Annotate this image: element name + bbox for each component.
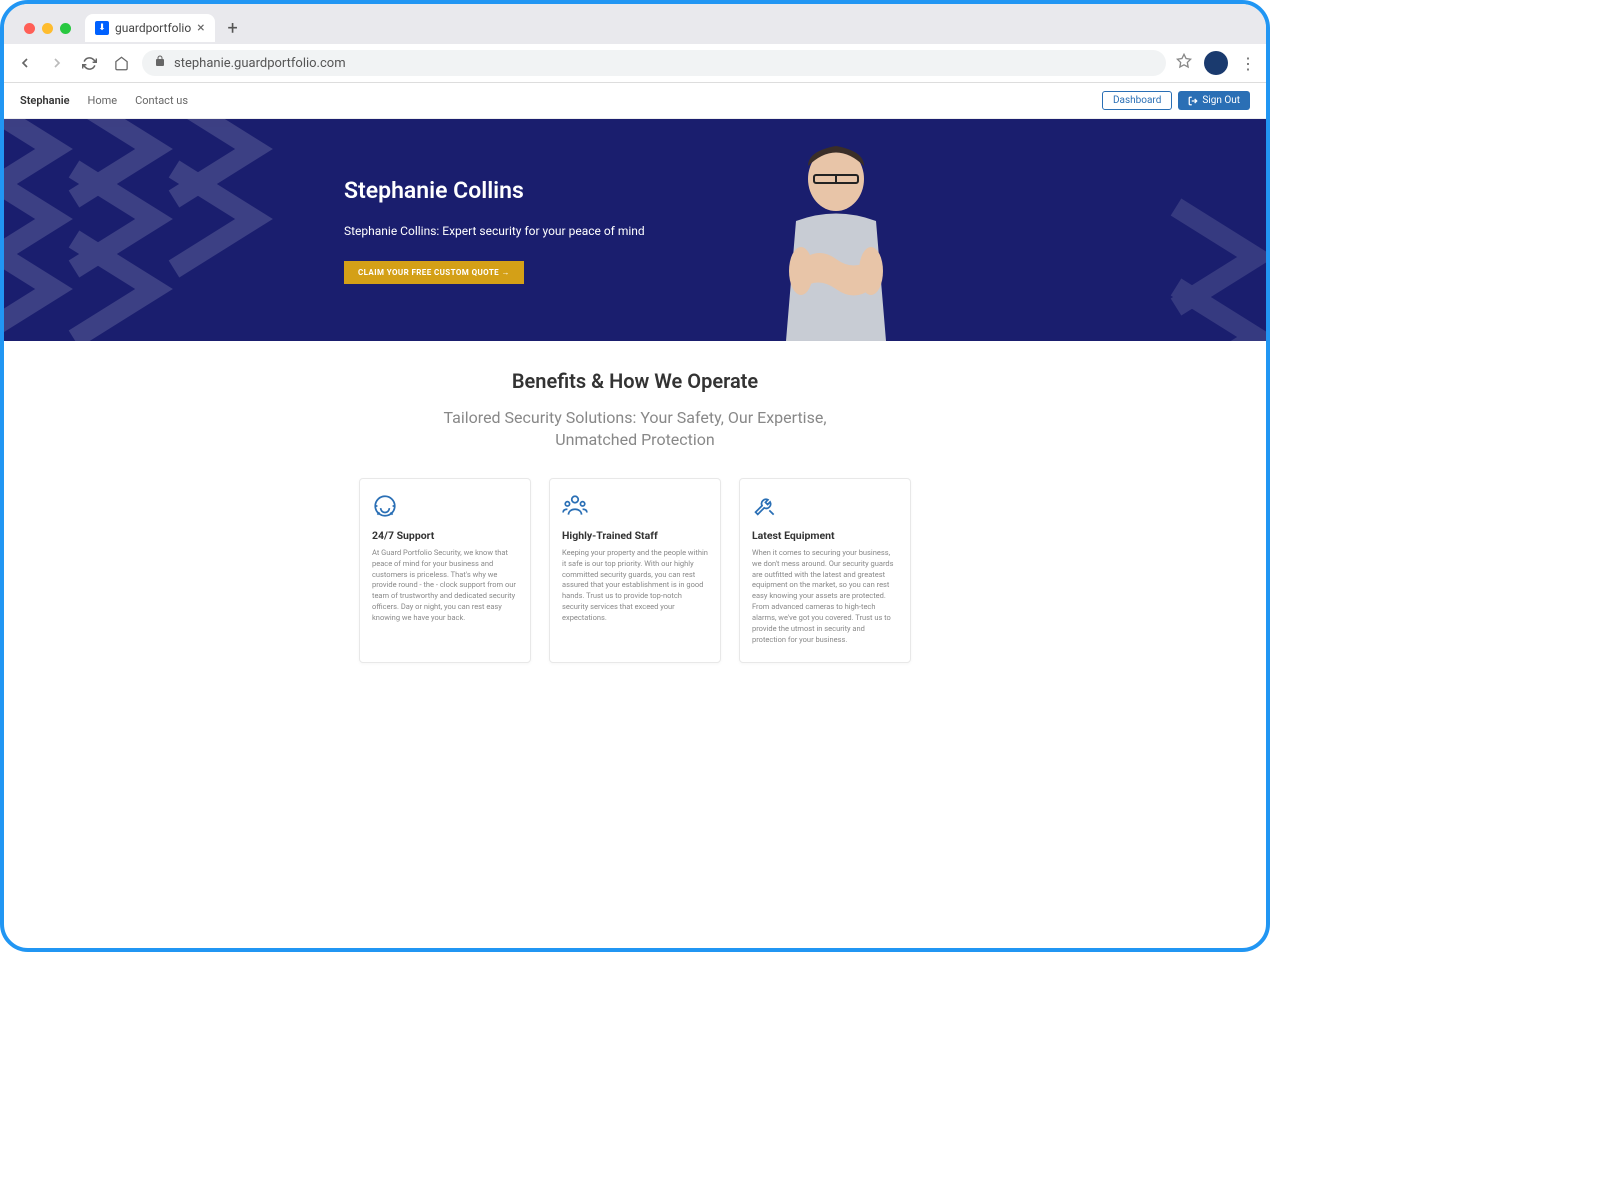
- hero-title: Stephanie Collins: [344, 177, 645, 204]
- card-title: Latest Equipment: [752, 529, 898, 542]
- profile-avatar[interactable]: [1204, 51, 1228, 75]
- forward-button[interactable]: [46, 52, 68, 74]
- lock-icon: [154, 55, 166, 71]
- card-body: At Guard Portfolio Security, we know tha…: [372, 548, 518, 624]
- benefit-card: Highly-Trained Staff Keeping your proper…: [549, 478, 721, 663]
- url-text: stephanie.guardportfolio.com: [174, 56, 346, 71]
- new-tab-button[interactable]: +: [221, 16, 245, 40]
- nav-link-home[interactable]: Home: [87, 94, 117, 107]
- benefit-card: Latest Equipment When it comes to securi…: [739, 478, 911, 663]
- card-body: When it comes to securing your business,…: [752, 548, 898, 646]
- maximize-window-icon[interactable]: [60, 23, 71, 34]
- benefits-heading: Benefits & How We Operate: [4, 369, 1266, 393]
- window-controls: [12, 23, 79, 34]
- support-icon: [372, 493, 398, 519]
- minimize-window-icon[interactable]: [42, 23, 53, 34]
- chevron-bg-right-icon: [1166, 197, 1266, 341]
- card-title: 24/7 Support: [372, 529, 518, 542]
- benefit-cards: 24/7 Support At Guard Portfolio Security…: [4, 478, 1266, 663]
- benefits-section: Benefits & How We Operate Tailored Secur…: [4, 341, 1266, 703]
- url-input[interactable]: stephanie.guardportfolio.com: [142, 50, 1166, 76]
- card-title: Highly-Trained Staff: [562, 529, 708, 542]
- close-tab-icon[interactable]: ×: [197, 20, 204, 36]
- signout-icon: [1188, 96, 1198, 106]
- browser-chrome: ⬇ guardportfolio × + ste: [4, 4, 1266, 83]
- site-nav: Stephanie Home Contact us Dashboard Sign…: [4, 83, 1266, 119]
- card-body: Keeping your property and the people wit…: [562, 548, 708, 624]
- hero: Stephanie Collins Stephanie Collins: Exp…: [4, 119, 1266, 341]
- address-bar: stephanie.guardportfolio.com ⋮: [4, 44, 1266, 83]
- back-button[interactable]: [14, 52, 36, 74]
- home-button[interactable]: [110, 52, 132, 74]
- cta-button[interactable]: CLAIM YOUR FREE CUSTOM QUOTE →: [344, 261, 524, 284]
- menu-icon[interactable]: ⋮: [1240, 54, 1256, 73]
- staff-icon: [562, 493, 588, 519]
- benefits-subheading: Tailored Security Solutions: Your Safety…: [410, 407, 860, 452]
- reload-button[interactable]: [78, 52, 100, 74]
- close-window-icon[interactable]: [24, 23, 35, 34]
- browser-tab[interactable]: ⬇ guardportfolio ×: [85, 14, 215, 42]
- signout-button[interactable]: Sign Out: [1178, 91, 1250, 110]
- equipment-icon: [752, 493, 778, 519]
- dashboard-button[interactable]: Dashboard: [1102, 91, 1172, 110]
- chevron-bg-left-icon: [4, 119, 284, 341]
- hero-subtitle: Stephanie Collins: Expert security for y…: [344, 224, 645, 238]
- brand[interactable]: Stephanie: [20, 94, 69, 107]
- favicon-icon: ⬇: [95, 21, 109, 35]
- tab-strip: ⬇ guardportfolio × +: [4, 12, 1266, 44]
- benefit-card: 24/7 Support At Guard Portfolio Security…: [359, 478, 531, 663]
- nav-link-contact[interactable]: Contact us: [135, 94, 188, 107]
- bookmark-icon[interactable]: [1176, 53, 1192, 73]
- tab-title: guardportfolio: [115, 21, 191, 35]
- hero-person-image: [746, 131, 926, 341]
